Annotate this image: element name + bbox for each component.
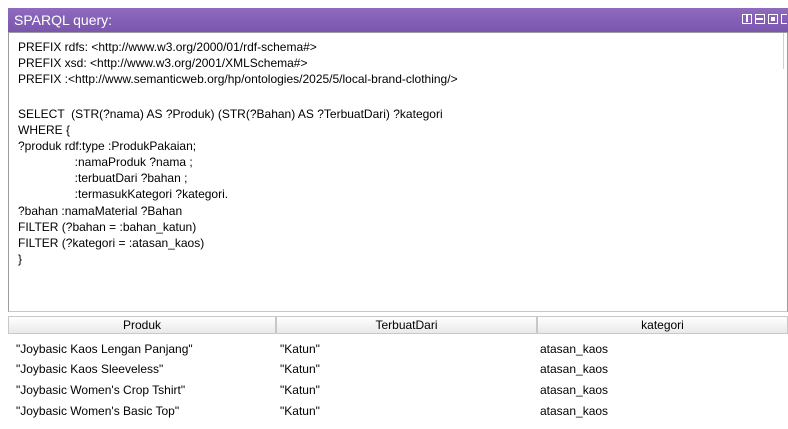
maximize-icon[interactable]	[768, 14, 778, 24]
editor-scrollbar[interactable]	[783, 33, 787, 69]
cell-terbuatdari: "Katun"	[280, 362, 320, 376]
query-line[interactable]: FILTER (?bahan = :bahan_katun)	[18, 220, 196, 234]
cell-terbuatdari: "Katun"	[280, 383, 320, 397]
query-line[interactable]: SELECT (STR(?nama) AS ?Produk) (STR(?Bah…	[18, 107, 443, 121]
column-header-terbuatdari[interactable]: TerbuatDari	[276, 316, 537, 334]
cell-kategori: atasan_kaos	[540, 362, 609, 376]
query-line[interactable]: PREFIX :<http://www.semanticweb.org/hp/o…	[18, 72, 458, 86]
tile-icon[interactable]	[742, 14, 752, 24]
cell-kategori: atasan_kaos	[540, 383, 609, 397]
query-panel-titlebar: SPARQL query:	[8, 8, 788, 32]
sparql-query-editor[interactable]: PREFIX rdfs: <http://www.w3.org/2000/01/…	[8, 32, 788, 312]
column-header-produk[interactable]: Produk	[8, 316, 276, 334]
cell-produk: "Joybasic Kaos Sleeveless"	[16, 362, 164, 376]
query-line[interactable]: :terbuatDari ?bahan ;	[18, 171, 188, 185]
cell-produk: "Joybasic Women's Basic Top"	[16, 404, 180, 418]
query-line[interactable]: ?bahan :namaMaterial ?Bahan	[18, 204, 182, 218]
cell-terbuatdari: "Katun"	[280, 342, 320, 356]
results-table: Produk TerbuatDari kategori "Joybasic Ka…	[8, 312, 788, 429]
query-line[interactable]: PREFIX rdfs: <http://www.w3.org/2000/01/…	[18, 40, 317, 54]
panel-title: SPARQL query:	[14, 12, 113, 28]
cell-produk: "Joybasic Women's Crop Tshirt"	[16, 383, 186, 397]
column-header-kategori[interactable]: kategori	[537, 316, 788, 334]
cell-kategori: atasan_kaos	[540, 404, 609, 418]
cell-produk: "Joybasic Kaos Lengan Panjang"	[16, 342, 193, 356]
split-rows-icon[interactable]	[755, 14, 765, 24]
window-controls	[742, 14, 788, 26]
cell-kategori: atasan_kaos	[540, 342, 609, 356]
query-line[interactable]: }	[18, 252, 22, 266]
query-line[interactable]: :namaProduk ?nama ;	[18, 155, 193, 169]
cell-terbuatdari: "Katun"	[280, 404, 320, 418]
query-line[interactable]: PREFIX xsd: <http://www.w3.org/2001/XMLS…	[18, 56, 307, 70]
query-line[interactable]: FILTER (?kategori = :atasan_kaos)	[18, 236, 204, 250]
close-icon[interactable]	[781, 14, 787, 24]
query-line[interactable]: WHERE {	[18, 123, 70, 137]
query-line[interactable]: :termasukKategori ?kategori.	[18, 187, 228, 201]
query-line[interactable]: ?produk rdf:type :ProdukPakaian;	[18, 139, 196, 153]
